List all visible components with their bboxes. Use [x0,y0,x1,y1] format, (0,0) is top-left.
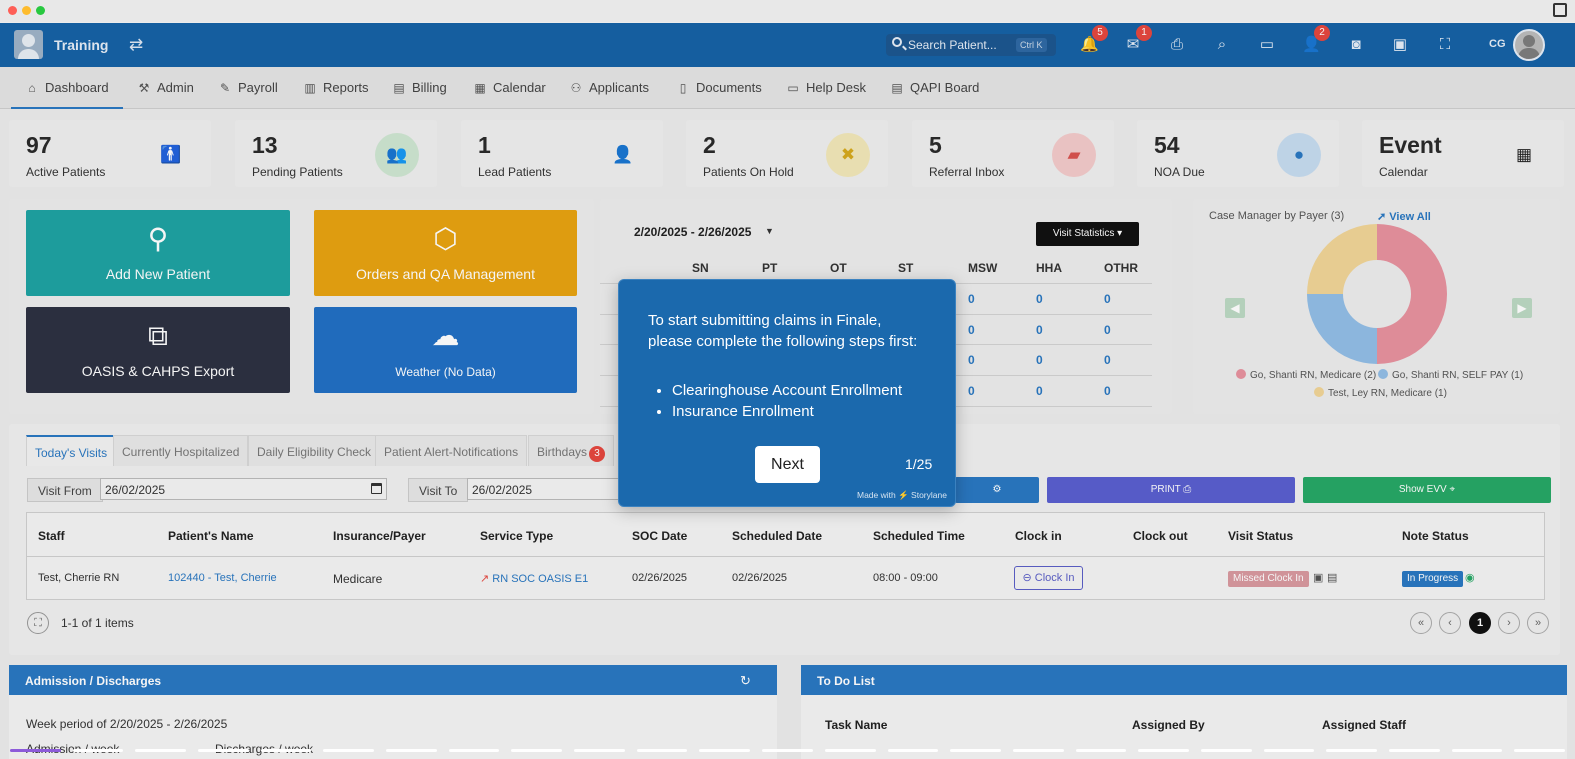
tour-step-dash[interactable] [699,749,751,752]
tour-step-dash[interactable] [887,749,939,752]
tour-progress-dashes [0,749,1575,753]
tour-step-dash[interactable] [1138,749,1189,752]
tour-step-dash[interactable] [10,749,61,752]
tour-dialog: To start submitting claims in Finale, pl… [618,279,956,507]
tour-step-dash[interactable] [1075,749,1127,752]
tour-step-dash[interactable] [511,749,563,752]
tour-step-dash[interactable] [1263,749,1315,752]
tour-step-dash[interactable] [386,749,437,752]
tour-step-dash[interactable] [260,749,312,752]
tour-step-dash[interactable] [135,749,187,752]
tour-step-dash[interactable] [72,749,124,752]
tour-step-dash[interactable] [636,749,688,752]
tour-step-dash[interactable] [824,749,876,752]
tour-step-dash[interactable] [1388,749,1440,752]
browser-chrome [0,0,1575,22]
tour-step-dash[interactable] [1514,749,1565,752]
tour-step-dash[interactable] [762,749,813,752]
maximize-window-dot[interactable] [36,6,45,15]
tour-message: To start submitting claims in Finale, pl… [648,312,918,350]
tour-step-dash[interactable] [448,749,500,752]
close-window-dot[interactable] [8,6,17,15]
tour-step-dash[interactable] [198,749,249,752]
minimize-window-dot[interactable] [22,6,31,15]
tour-step-dash[interactable] [1012,749,1064,752]
tour-next-button[interactable]: Next [755,446,820,483]
tour-step-dash[interactable] [1451,749,1503,752]
tour-step-dash[interactable] [950,749,1001,752]
tour-step-dash[interactable] [323,749,375,752]
tour-step-dash[interactable] [1200,749,1252,752]
tour-steps-list: Clearinghouse Account Enrollment Insuran… [672,380,902,422]
tour-step-dash[interactable] [1326,749,1377,752]
tour-step-dash[interactable] [574,749,625,752]
fullscreen-icon[interactable] [1553,3,1567,17]
tour-progress: 1/25 [905,456,933,472]
tour-step-item: Insurance Enrollment [672,401,902,422]
tour-step-item: Clearinghouse Account Enrollment [672,380,902,401]
made-with-storylane-link[interactable]: Made with ⚡ Storylane [857,490,947,501]
